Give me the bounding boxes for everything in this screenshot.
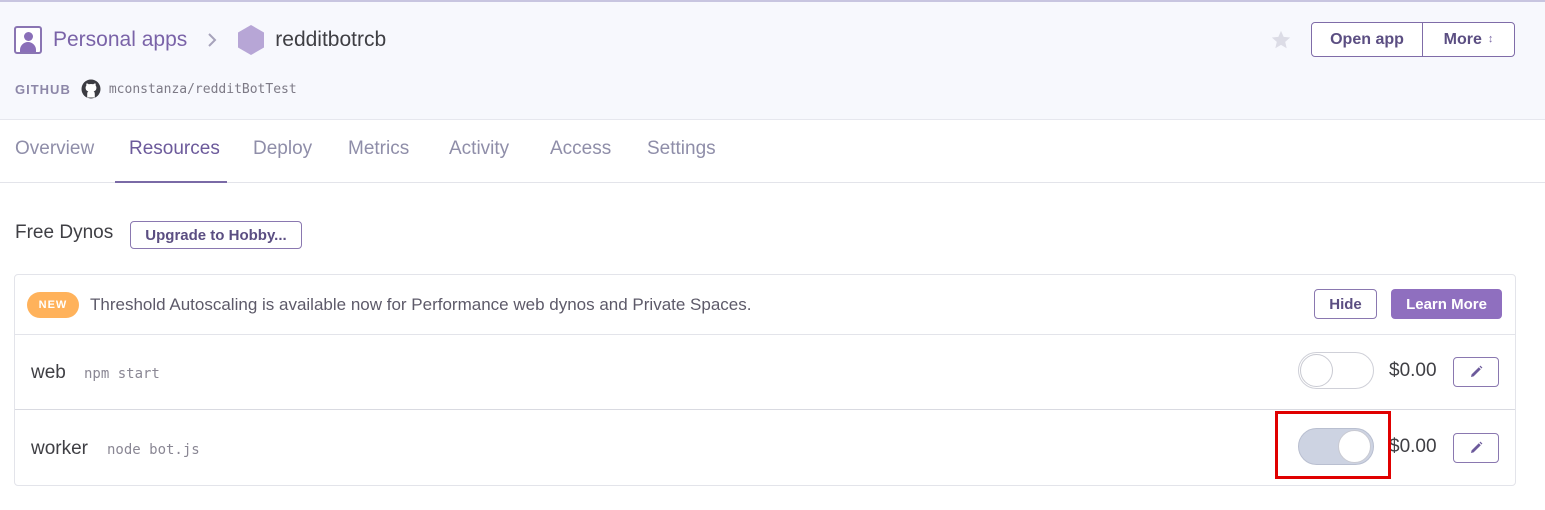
chevron-right-icon [207,32,217,48]
dyno-row: web npm start $0.00 [15,335,1515,410]
github-icon [81,79,101,99]
dyno-cost: $0.00 [1389,360,1437,381]
tab-resources[interactable]: Resources [115,120,227,183]
edit-dyno-button[interactable] [1453,357,1499,387]
app-tabs: Overview Resources Deploy Metrics Activi… [0,120,1545,183]
pencil-icon [1471,441,1483,453]
notice-text: Threshold Autoscaling is available now f… [90,295,752,314]
upgrade-to-hobby-button[interactable]: Upgrade to Hobby... [130,221,302,249]
github-repo-link[interactable]: mconstanza/redditBotTest [109,82,297,97]
hide-notice-button[interactable]: Hide [1314,289,1377,319]
dyno-cost: $0.00 [1389,436,1437,457]
tab-overview[interactable]: Overview [15,120,94,183]
github-label: GITHUB [15,81,71,97]
open-app-button[interactable]: Open app [1312,23,1423,56]
more-button[interactable]: More ↕ [1423,23,1514,56]
app-actions: Open app More ↕ [1311,22,1515,57]
dyno-type-label: Free Dynos [15,222,114,243]
github-connection: GITHUB mconstanza/redditBotTest [15,79,297,99]
tab-settings[interactable]: Settings [647,120,716,183]
app-name: redditbotrcb [275,28,387,51]
pencil-icon [1471,365,1483,377]
new-badge: NEW [27,292,79,318]
personal-account-icon[interactable] [14,26,42,54]
highlight-box [1275,411,1391,479]
tab-deploy[interactable]: Deploy [253,120,312,183]
edit-dyno-button[interactable] [1453,433,1499,463]
dyno-name: worker [31,438,89,459]
app-hexagon-icon [238,25,265,55]
dyno-command: npm start [84,366,160,382]
learn-more-button[interactable]: Learn More [1391,289,1502,319]
breadcrumb: Personal apps redditbotrcb [14,24,386,56]
favorite-star-icon[interactable] [1270,29,1292,51]
breadcrumb-personal-apps[interactable]: Personal apps [53,28,187,52]
dyno-name: web [31,362,66,383]
dyno-toggle[interactable] [1298,352,1374,389]
app-header: Personal apps redditbotrcb GITHUB mconst… [0,0,1545,120]
dyno-command: node bot.js [107,442,200,458]
tab-access[interactable]: Access [550,120,611,183]
tab-activity[interactable]: Activity [449,120,509,183]
sort-updown-icon: ↕ [1487,33,1494,45]
tab-metrics[interactable]: Metrics [348,120,409,183]
autoscaling-notice: NEW Threshold Autoscaling is available n… [15,275,1515,335]
